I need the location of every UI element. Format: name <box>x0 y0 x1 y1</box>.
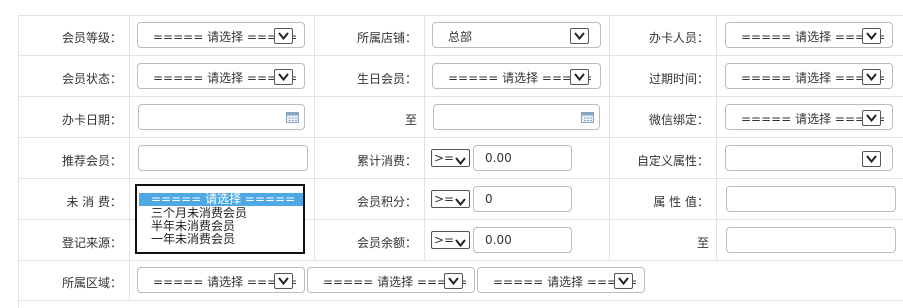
reg-source-label: 登记来源： <box>61 236 122 250</box>
points-label: 会员积分： <box>356 195 417 209</box>
region-city-select[interactable]: ===== 请选择 ===== <box>307 267 475 293</box>
input-value: 0.00 <box>485 233 512 247</box>
member-level-select[interactable]: ===== 请选择 ===== <box>137 22 305 48</box>
chevron-down-icon <box>455 154 466 168</box>
total-spend-operator-select[interactable]: >= <box>431 149 470 167</box>
balance-label: 会员余额： <box>356 236 417 250</box>
total-spend-label: 累计消费： <box>356 154 417 168</box>
column-divider <box>314 15 315 261</box>
card-date-label: 办卡日期： <box>61 113 122 127</box>
column-divider <box>424 15 425 261</box>
date-to-label: 至 <box>404 113 417 127</box>
balance-operator-select[interactable]: >= <box>431 231 470 249</box>
no-spend-dropdown-list[interactable]: ===== 请选择 ===== 三个月未消费会员 半年未消费会员 一年未消费会员 <box>135 184 305 254</box>
column-divider <box>609 15 610 261</box>
chevron-down-icon <box>570 69 589 85</box>
chevron-down-icon <box>455 236 466 250</box>
chevron-down-icon <box>614 273 633 289</box>
chevron-down-icon <box>274 28 293 44</box>
chevron-down-icon <box>862 28 881 44</box>
chevron-down-icon <box>862 69 881 85</box>
column-divider <box>716 15 717 261</box>
column-divider <box>129 15 130 301</box>
member-status-select[interactable]: ===== 请选择 ===== <box>137 63 305 89</box>
chevron-down-icon <box>274 69 293 85</box>
operator-value: >= <box>434 151 455 165</box>
balance-input[interactable]: 0.00 <box>473 227 572 253</box>
custom-attr-select[interactable] <box>725 145 893 171</box>
birthday-member-label: 生日会员： <box>356 72 417 86</box>
total-spend-input[interactable]: 0.00 <box>473 145 572 171</box>
attr-value-end-input[interactable] <box>726 227 896 253</box>
card-date-end-input[interactable] <box>433 104 600 130</box>
attr-value-input[interactable] <box>726 186 896 212</box>
card-date-start-input[interactable] <box>138 104 305 130</box>
wechat-bind-label: 微信绑定： <box>648 113 709 127</box>
wechat-bind-select[interactable]: ===== 请选择 ===== <box>725 104 893 130</box>
input-value: 0.00 <box>485 151 512 165</box>
points-operator-select[interactable]: >= <box>431 190 470 208</box>
store-label: 所属店铺： <box>356 31 417 45</box>
region-label: 所属区域： <box>61 276 122 290</box>
region-province-select[interactable]: ===== 请选择 ===== <box>137 267 305 293</box>
chevron-down-icon <box>570 28 589 44</box>
select-value: 总部 <box>448 30 473 44</box>
chevron-down-icon <box>455 195 466 209</box>
calendar-icon[interactable] <box>581 111 594 123</box>
referrer-label: 推荐会员： <box>61 154 122 168</box>
dropdown-option[interactable]: ===== 请选择 ===== <box>139 193 303 206</box>
member-level-label: 会员等级： <box>61 31 122 45</box>
calendar-icon[interactable] <box>286 111 299 123</box>
attr-to-label: 至 <box>696 236 709 250</box>
birthday-member-select[interactable]: ===== 请选择 ===== <box>432 63 601 89</box>
card-staff-label: 办卡人员： <box>648 31 709 45</box>
operator-value: >= <box>434 233 455 247</box>
points-input[interactable]: 0 <box>473 186 572 212</box>
chevron-down-icon <box>274 273 293 289</box>
chevron-down-icon <box>862 110 881 126</box>
expire-time-label: 过期时间： <box>648 72 709 86</box>
region-district-select[interactable]: ===== 请选择 ===== <box>477 267 645 293</box>
chevron-down-icon <box>862 151 881 167</box>
no-spend-label: 未 消 费： <box>66 195 122 209</box>
card-staff-select[interactable]: ===== 请选择 ===== <box>725 22 893 48</box>
store-select[interactable]: 总部 <box>432 22 601 48</box>
input-value: 0 <box>485 192 493 206</box>
attr-value-label: 属 性 值： <box>653 195 709 209</box>
member-status-label: 会员状态： <box>61 72 122 86</box>
operator-value: >= <box>434 192 455 206</box>
expire-time-select[interactable]: ===== 请选择 ===== <box>725 63 893 89</box>
chevron-down-icon <box>444 273 463 289</box>
dropdown-option[interactable]: 一年未消费会员 <box>139 233 303 246</box>
custom-attr-label: 自定义属性： <box>636 154 709 168</box>
referrer-input[interactable] <box>138 145 308 171</box>
